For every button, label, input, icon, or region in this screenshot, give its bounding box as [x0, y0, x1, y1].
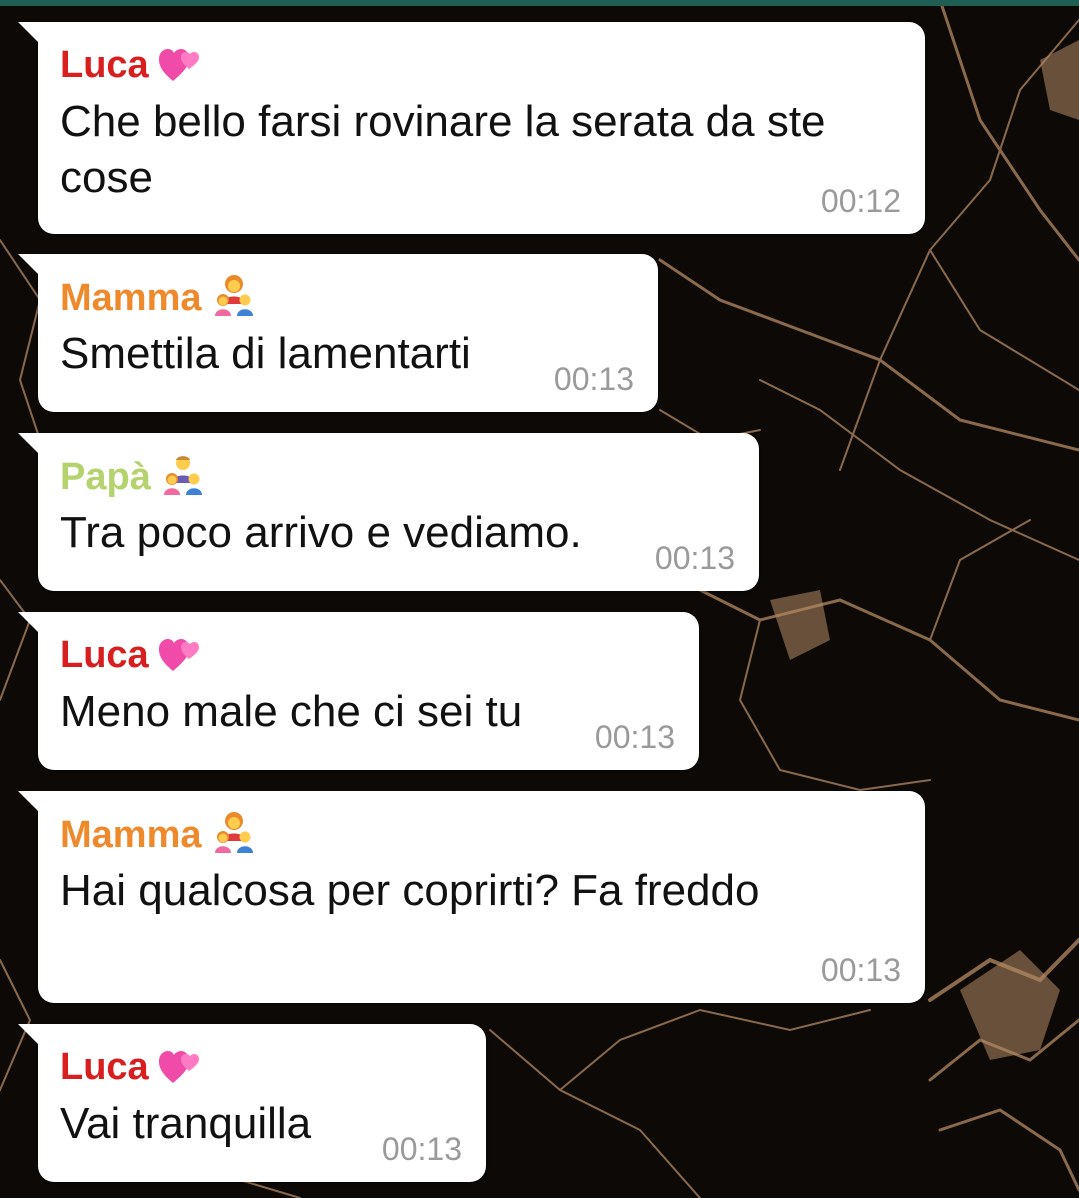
sender-name[interactable]: Luca — [60, 44, 149, 86]
message-bubble[interactable]: Mamma Hai qualcosa per coprirti? Fa fred… — [18, 791, 925, 1003]
message-timestamp: 00:13 — [594, 719, 675, 755]
sender-name[interactable]: Mamma — [60, 814, 202, 856]
sender-line: Luca — [60, 1044, 462, 1090]
two-hearts-icon — [158, 47, 201, 94]
message-bubble[interactable]: Luca Meno male che ci sei tu 00:13 — [18, 612, 699, 770]
sender-name[interactable]: Mamma — [60, 277, 202, 319]
message-timestamp: 00:13 — [381, 1131, 462, 1167]
message-bubble[interactable]: Papà Tra poco arrivo e vediamo. 00:13 — [18, 433, 759, 591]
family-woman-girl-boy-icon — [212, 274, 256, 327]
message-timestamp: 00:12 — [820, 183, 901, 219]
sender-name[interactable]: Papà — [60, 456, 151, 498]
message-bubble[interactable]: Luca Vai tranquilla 00:13 — [18, 1024, 486, 1182]
message-timestamp: 00:13 — [553, 361, 634, 397]
sender-line: Mamma — [60, 811, 901, 857]
two-hearts-icon — [158, 1049, 201, 1096]
message-text: Tra poco arrivo e vediamo. — [60, 508, 582, 557]
sender-name[interactable]: Luca — [60, 634, 149, 676]
sender-line: Luca — [60, 632, 675, 678]
family-woman-girl-boy-icon — [212, 811, 256, 864]
message-bubble[interactable]: Mamma Smettila di lamentarti 00:13 — [18, 254, 658, 412]
message-text: Smettila di lamentarti — [60, 329, 471, 378]
message-text: Hai qualcosa per coprirti? Fa freddo — [60, 866, 760, 915]
message-timestamp: 00:13 — [820, 952, 901, 988]
sender-line: Luca — [60, 42, 901, 88]
message-text: Che bello farsi rovinare la serata da st… — [60, 97, 826, 202]
message-text: Meno male che ci sei tu — [60, 687, 523, 736]
sender-name[interactable]: Luca — [60, 1046, 149, 1088]
message-timestamp: 00:13 — [654, 540, 735, 576]
header-bar-edge — [0, 0, 1079, 6]
sender-line: Papà — [60, 453, 735, 499]
message-bubble[interactable]: Luca Che bello farsi rovinare la serata … — [18, 22, 925, 234]
family-man-girl-boy-icon — [161, 453, 205, 506]
two-hearts-icon — [158, 637, 201, 684]
sender-line: Mamma — [60, 274, 634, 320]
